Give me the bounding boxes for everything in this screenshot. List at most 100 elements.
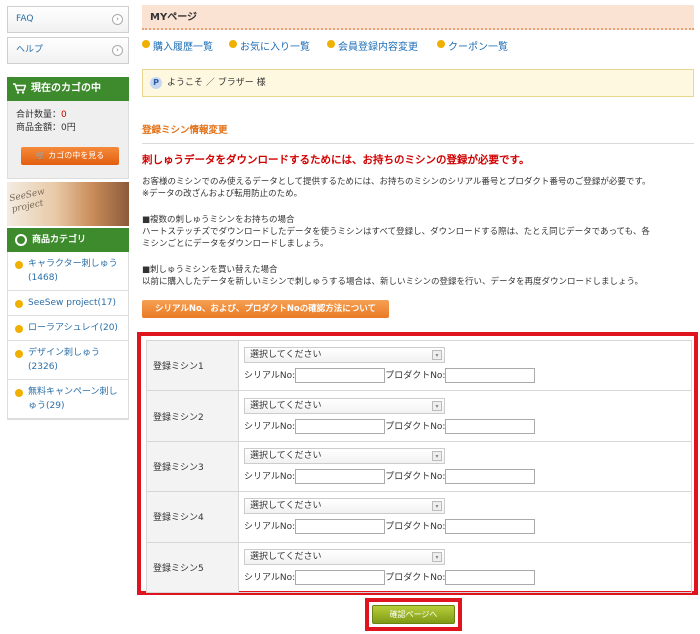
machine-row: 登録ミシン3 選択してください ▾ シリアルNo: プロダクトNo: xyxy=(146,440,692,493)
machine-registration-form: 登録ミシン1 選択してください ▾ シリアルNo: プロダクトNo: 登録ミシン2 … xyxy=(137,332,698,595)
category-title: 商品カテゴリ xyxy=(32,235,87,245)
category-label: 無料キャンペーン刺しゅう(29) xyxy=(28,387,118,411)
view-cart-button[interactable]: 🛒 カゴの中を見る xyxy=(21,147,119,165)
serial-input[interactable] xyxy=(295,418,386,434)
product-input[interactable] xyxy=(445,569,536,585)
serial-label: シリアルNo: xyxy=(244,572,296,583)
product-label: プロダクトNo: xyxy=(385,371,446,382)
serial-label: シリアルNo: xyxy=(244,522,296,533)
category-label: SeeSew project(17) xyxy=(28,298,116,308)
machine-model-select[interactable]: 選択してください ▾ xyxy=(244,447,445,464)
product-label: プロダクトNo: xyxy=(385,421,446,432)
category-list: キャラクター刺しゅう(1468) SeeSew project(17) ローラア… xyxy=(7,252,129,420)
bullet-icon xyxy=(15,300,23,308)
description-line: ※データの改ざんおよび転用防止のため。 xyxy=(142,189,303,199)
description-line: ハートステッチズでダウンロードしたデータを使うミシンはすべて登録し、ダウンロード… xyxy=(142,227,650,237)
dropdown-icon: ▾ xyxy=(432,350,442,361)
tab-coupons[interactable]: クーポン一覧 xyxy=(437,38,508,53)
total-price-value: 0円 xyxy=(61,123,76,133)
machine-label: 登録ミシン2 xyxy=(146,390,239,442)
machine-row: 登録ミシン4 選択してください ▾ シリアルNo: プロダクトNo: xyxy=(146,491,692,543)
machine-row: 登録ミシン5 選択してください ▾ シリアルNo: プロダクトNo: xyxy=(146,541,692,593)
machine-label: 登録ミシン1 xyxy=(146,339,239,392)
bullet-icon xyxy=(15,261,23,269)
machine-model-select[interactable]: 選択してください ▾ xyxy=(244,548,445,565)
serial-input[interactable] xyxy=(295,368,386,384)
serial-input[interactable] xyxy=(295,569,386,585)
total-qty-value: 0 xyxy=(61,110,67,120)
tab-label: 購入履歴一覧 xyxy=(153,42,213,53)
machine-label: 登録ミシン3 xyxy=(146,440,239,493)
welcome-text: ようこそ ／ ブラザー 様 xyxy=(167,78,266,88)
point-icon: P xyxy=(150,77,162,89)
view-cart-label: カゴの中を見る xyxy=(48,151,105,160)
notice-text: 刺しゅうデータをダウンロードするためには、お持ちのミシンの登録が必要です。 xyxy=(142,154,530,166)
category-item[interactable]: キャラクター刺しゅう(1468) xyxy=(8,252,128,291)
description-line: ■刺しゅうミシンを買い替えた場合 xyxy=(142,265,278,275)
bullet-icon xyxy=(15,389,23,397)
sidebar-link-help[interactable]: ヘルプ › xyxy=(7,37,129,64)
tab-label: クーポン一覧 xyxy=(448,42,508,53)
machine-model-select[interactable]: 選択してください ▾ xyxy=(244,397,445,414)
machine-label: 登録ミシン5 xyxy=(146,541,239,593)
page-title: MYページ xyxy=(142,5,694,30)
machine-table: 登録ミシン1 選択してください ▾ シリアルNo: プロダクトNo: 登録ミシン2 … xyxy=(146,339,692,593)
select-value: 選択してください xyxy=(250,400,322,411)
cart-summary: 合計数量：0 商品金額：0円 🛒 カゴの中を見る xyxy=(7,101,129,179)
bullet-icon xyxy=(15,350,23,358)
product-input[interactable] xyxy=(445,519,536,535)
description-line: ■複数の刺しゅうミシンをお持ちの場合 xyxy=(142,215,295,225)
machine-model-select[interactable]: 選択してください ▾ xyxy=(244,498,445,515)
seesew-logo: SeeSew project xyxy=(8,186,46,216)
category-item[interactable]: SeeSew project(17) xyxy=(8,291,128,316)
description-line: 以前に購入したデータを新しいミシンで刺しゅうする場合は、新しいミシンの登録を行い… xyxy=(142,277,643,287)
confirm-button[interactable]: 確認ページへ xyxy=(372,605,455,624)
serial-input[interactable] xyxy=(295,468,386,484)
dropdown-icon: ▾ xyxy=(432,501,442,512)
total-qty-label: 合計数量： xyxy=(16,110,62,120)
product-input[interactable] xyxy=(445,368,536,384)
machine-row: 登録ミシン1 選択してください ▾ シリアルNo: プロダクトNo: xyxy=(146,339,692,392)
product-label: プロダクトNo: xyxy=(385,572,446,583)
product-input[interactable] xyxy=(445,418,536,434)
cart-icon xyxy=(13,83,26,94)
tab-label: お気に入り一覧 xyxy=(240,42,310,53)
tab-purchase-history[interactable]: 購入履歴一覧 xyxy=(142,38,213,53)
description-line: ミシンごとにデータをダウンロードしましょう。 xyxy=(142,239,329,249)
chevron-right-icon: › xyxy=(112,14,123,25)
product-input[interactable] xyxy=(445,468,536,484)
category-item[interactable]: ローラアシュレイ(20) xyxy=(8,316,128,341)
serial-label: シリアルNo: xyxy=(244,371,296,382)
select-value: 選択してください xyxy=(250,450,322,461)
section-title: 登録ミシン情報変更 xyxy=(142,124,694,144)
serial-label: シリアルNo: xyxy=(244,421,296,432)
machine-model-select[interactable]: 選択してください ▾ xyxy=(244,347,445,364)
product-label: プロダクトNo: xyxy=(385,471,446,482)
category-item[interactable]: 無料キャンペーン刺しゅう(29) xyxy=(8,380,128,419)
dropdown-icon: ▾ xyxy=(432,450,442,461)
machine-row: 登録ミシン2 選択してください ▾ シリアルNo: プロダクトNo: xyxy=(146,390,692,442)
sidebar-link-faq[interactable]: FAQ › xyxy=(7,6,129,33)
serial-input[interactable] xyxy=(295,519,386,535)
select-value: 選択してください xyxy=(250,551,322,562)
dropdown-icon: ▾ xyxy=(432,400,442,411)
bullet-icon xyxy=(142,40,150,48)
tab-member-info[interactable]: 会員登録内容変更 xyxy=(327,38,418,53)
tab-label: 会員登録内容変更 xyxy=(338,42,418,53)
bullet-icon xyxy=(15,325,23,333)
description-line: お客様のミシンでのみ使えるデータとして提供するためには、お持ちのミシンのシリアル… xyxy=(142,177,651,187)
seesew-banner[interactable]: SeeSew project xyxy=(7,182,129,226)
cart-header: 現在のカゴの中 xyxy=(7,77,129,101)
tab-favorites[interactable]: お気に入り一覧 xyxy=(229,38,310,53)
category-label: デザイン刺しゅう(2326) xyxy=(28,348,101,372)
bullet-icon xyxy=(229,40,237,48)
magnifier-icon xyxy=(15,234,27,246)
serial-label: シリアルNo: xyxy=(244,471,296,482)
sidebar-link-label: ヘルプ xyxy=(16,45,44,55)
product-label: プロダクトNo: xyxy=(385,522,446,533)
cart-icon: 🛒 xyxy=(35,151,46,160)
dropdown-icon: ▾ xyxy=(432,551,442,562)
serial-help-button[interactable]: シリアルNo、および、プロダクトNoの確認方法について xyxy=(142,300,389,318)
category-item[interactable]: デザイン刺しゅう(2326) xyxy=(8,341,128,380)
select-value: 選択してください xyxy=(250,350,322,361)
